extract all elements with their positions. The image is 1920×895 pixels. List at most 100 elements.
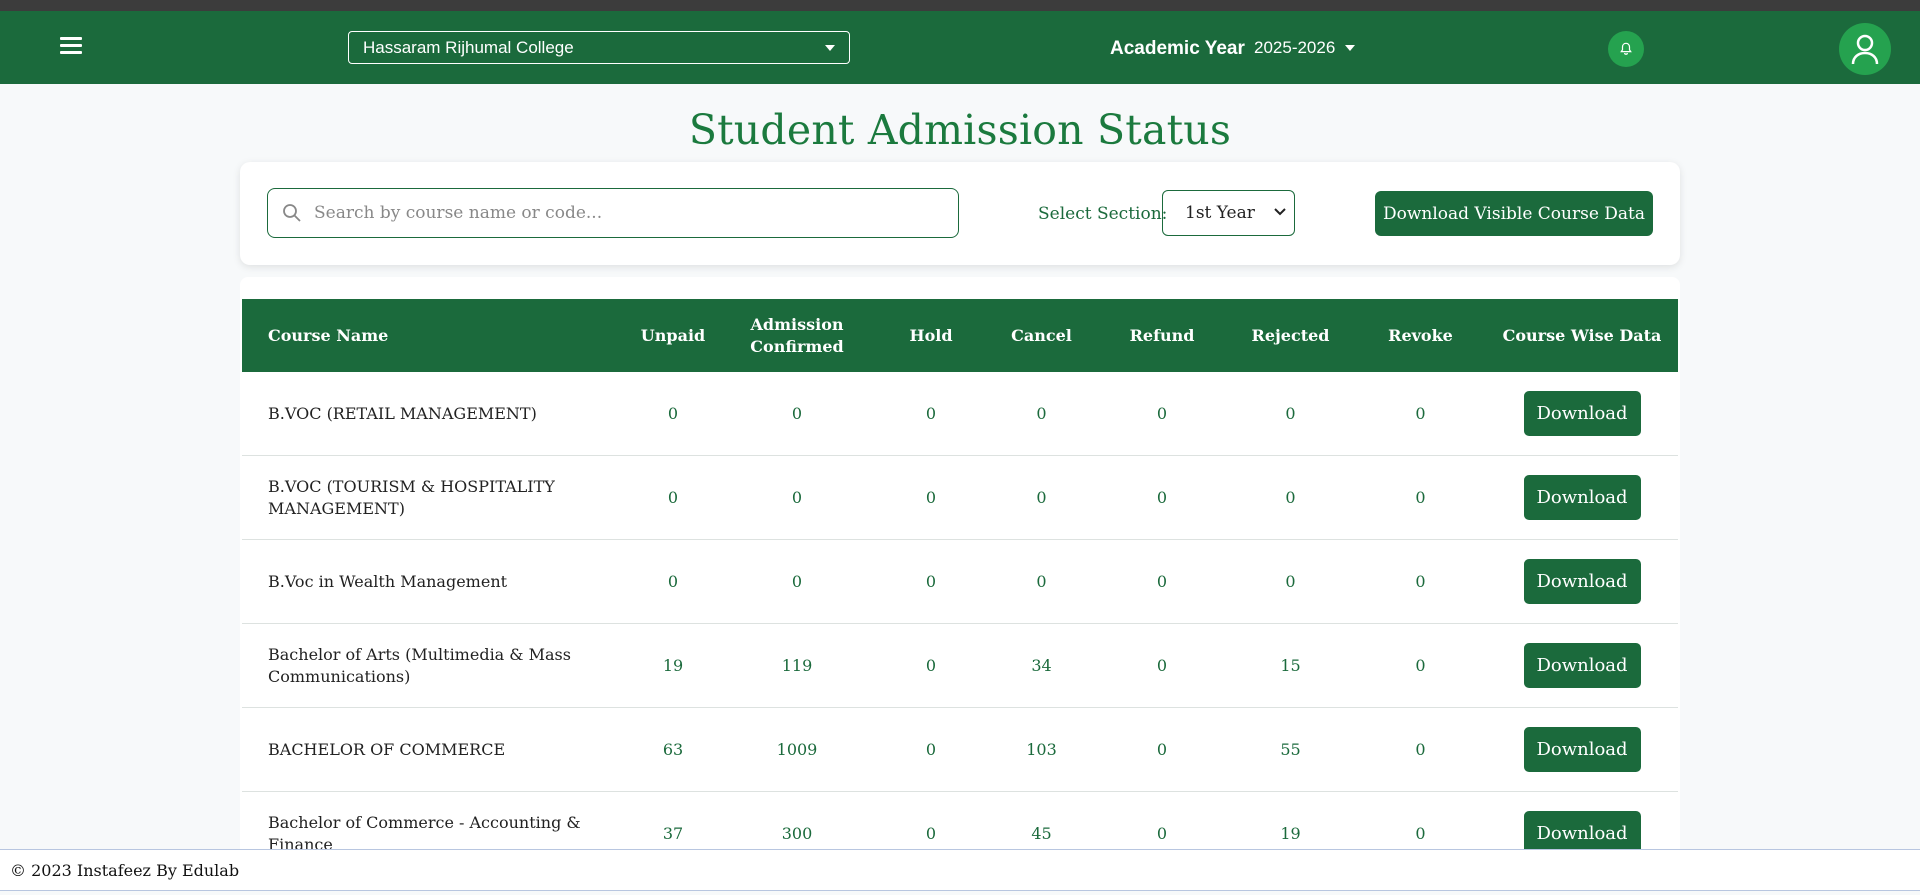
unpaid-cell: 0	[629, 539, 717, 624]
page-title: Student Admission Status	[688, 106, 1232, 154]
course-name-cell: B.VOC (TOURISM & HOSPITALITY MANAGEMENT)	[242, 455, 629, 540]
rejected-cell: 0	[1226, 539, 1355, 624]
rejected-cell: 15	[1226, 623, 1355, 708]
chevron-down-icon	[1345, 45, 1356, 51]
header-rejected: Rejected	[1251, 325, 1330, 345]
download-course-button[interactable]: Download	[1523, 559, 1641, 604]
college-select[interactable]: Hassaram Rijhumal College	[348, 31, 850, 64]
course-name-cell: BACHELOR OF COMMERCE	[242, 707, 629, 792]
rejected-cell: 0	[1226, 372, 1355, 456]
cancel-cell: 0	[985, 455, 1098, 540]
refund-cell: 0	[1098, 539, 1226, 624]
header-refund: Refund	[1129, 325, 1195, 345]
table-row: Bachelor of Commerce - Accounting & Fina…	[242, 791, 1678, 857]
header-revoke: Revoke	[1388, 325, 1453, 345]
rejected-cell: 55	[1226, 707, 1355, 792]
section-select-value: 1st Year	[1185, 203, 1255, 223]
download-course-button[interactable]: Download	[1523, 727, 1641, 772]
rejected-cell: 19	[1226, 791, 1355, 857]
cancel-cell: 0	[985, 539, 1098, 624]
table-row: Bachelor of Arts (Multimedia & Mass Comm…	[242, 623, 1678, 708]
cancel-cell: 0	[985, 372, 1098, 456]
confirmed-cell: 0	[717, 372, 877, 456]
hold-cell: 0	[877, 707, 985, 792]
confirmed-cell: 119	[717, 623, 877, 708]
browser-top-strip	[0, 0, 1920, 11]
header-course-wise-data: Course Wise Data	[1502, 325, 1662, 345]
header-unpaid: Unpaid	[640, 325, 706, 345]
course-wise-data-cell: Download	[1486, 623, 1678, 708]
revoke-cell: 0	[1355, 372, 1486, 456]
refund-cell: 0	[1098, 455, 1226, 540]
cancel-cell: 103	[985, 707, 1098, 792]
table-row: BACHELOR OF COMMERCE 63 1009 0 103 0 55 0 Downlo…	[242, 707, 1678, 792]
revoke-cell: 0	[1355, 539, 1486, 624]
search-box[interactable]	[267, 188, 959, 238]
hold-cell: 0	[877, 372, 985, 456]
hold-cell: 0	[877, 791, 985, 857]
header-hold: Hold	[909, 325, 953, 345]
confirmed-cell: 0	[717, 539, 877, 624]
course-name-cell: B.VOC (RETAIL MANAGEMENT)	[242, 372, 629, 456]
user-icon	[1851, 34, 1879, 65]
user-avatar-button[interactable]	[1839, 23, 1891, 75]
confirmed-cell: 0	[717, 455, 877, 540]
rejected-cell: 0	[1226, 455, 1355, 540]
search-input[interactable]	[312, 202, 936, 224]
top-navbar: Hassaram Rijhumal College Academic Year …	[0, 11, 1920, 84]
unpaid-cell: 19	[629, 623, 717, 708]
search-icon	[283, 204, 301, 222]
hold-cell: 0	[877, 455, 985, 540]
table-header-row: Course Name Unpaid Admission Confirmed H…	[242, 299, 1678, 372]
refund-cell: 0	[1098, 372, 1226, 456]
download-course-button[interactable]: Download	[1523, 643, 1641, 688]
hold-cell: 0	[877, 539, 985, 624]
unpaid-cell: 63	[629, 707, 717, 792]
course-wise-data-cell: Download	[1486, 372, 1678, 456]
revoke-cell: 0	[1355, 791, 1486, 857]
header-course-name: Course Name	[268, 325, 389, 345]
footer-copyright: © 2023 Instafeez By Edulab	[10, 860, 240, 880]
refund-cell: 0	[1098, 707, 1226, 792]
hold-cell: 0	[877, 623, 985, 708]
unpaid-cell: 0	[629, 455, 717, 540]
course-name-cell: B.Voc in Wealth Management	[242, 539, 629, 624]
download-course-button[interactable]: Download	[1523, 391, 1641, 436]
course-name-cell: Bachelor of Commerce - Accounting & Fina…	[242, 791, 629, 857]
refund-cell: 0	[1098, 791, 1226, 857]
refund-cell: 0	[1098, 623, 1226, 708]
course-name-cell: Bachelor of Arts (Multimedia & Mass Comm…	[242, 623, 629, 708]
college-select-value: Hassaram Rijhumal College	[363, 37, 574, 57]
notification-button[interactable]	[1608, 31, 1644, 67]
download-visible-course-data-button[interactable]: Download Visible Course Data	[1375, 191, 1653, 236]
revoke-cell: 0	[1355, 455, 1486, 540]
revoke-cell: 0	[1355, 623, 1486, 708]
table-row: B.VOC (RETAIL MANAGEMENT) 0 0 0 0 0 0 0 Download	[242, 372, 1678, 456]
menu-icon[interactable]	[60, 37, 82, 57]
filter-card: Select Section: 1st Year Download Visibl…	[240, 162, 1680, 265]
unpaid-cell: 0	[629, 372, 717, 456]
footer: © 2023 Instafeez By Edulab	[0, 849, 1920, 891]
cancel-cell: 45	[985, 791, 1098, 857]
admission-status-table: Course Name Unpaid Admission Confirmed H…	[242, 299, 1678, 857]
header-cancel: Cancel	[1011, 325, 1072, 345]
academic-year-label: Academic Year	[1110, 38, 1245, 59]
confirmed-cell: 1009	[717, 707, 877, 792]
table-row: B.Voc in Wealth Management 0 0 0 0 0 0 0 Downloa…	[242, 539, 1678, 624]
section-select[interactable]: 1st Year	[1162, 190, 1295, 236]
course-wise-data-cell: Download	[1486, 455, 1678, 540]
chevron-down-icon	[1274, 208, 1286, 216]
course-wise-data-cell: Download	[1486, 707, 1678, 792]
revoke-cell: 0	[1355, 707, 1486, 792]
course-wise-data-cell: Download	[1486, 791, 1678, 857]
section-label: Select Section:	[1038, 204, 1168, 224]
academic-year-select[interactable]: 2025-2026	[1254, 38, 1356, 58]
table-row: B.VOC (TOURISM & HOSPITALITY MANAGEMENT)…	[242, 455, 1678, 540]
download-course-button[interactable]: Download	[1523, 475, 1641, 520]
bell-icon	[1620, 42, 1632, 55]
course-wise-data-cell: Download	[1486, 539, 1678, 624]
admission-table-card: Course Name Unpaid Admission Confirmed H…	[240, 277, 1680, 857]
chevron-down-icon	[825, 44, 835, 51]
header-admission-confirmed: Admission Confirmed	[750, 314, 844, 356]
academic-year-value: 2025-2026	[1254, 38, 1336, 57]
